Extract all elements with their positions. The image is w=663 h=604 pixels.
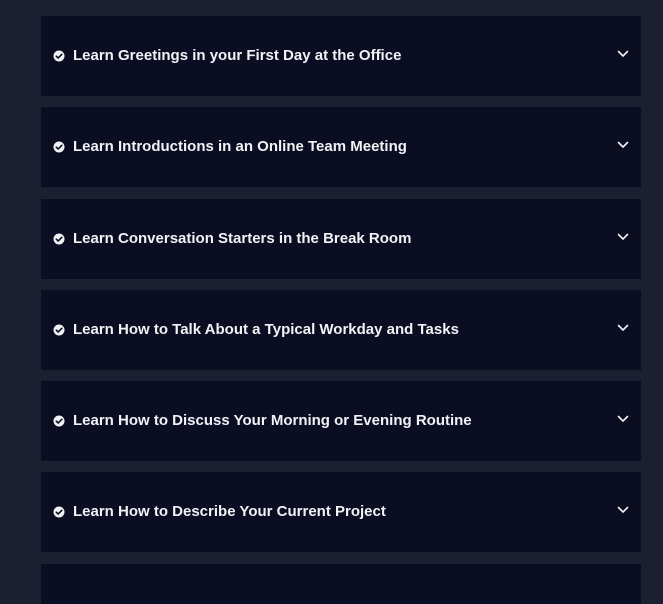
check-circle-icon: [53, 50, 65, 62]
accordion-item-conversation-starters[interactable]: Learn Conversation Starters in the Break…: [41, 198, 641, 279]
chevron-down-icon[interactable]: [617, 141, 629, 149]
accordion-item-label: Learn How to Describe Your Current Proje…: [73, 503, 386, 521]
check-circle-icon: [53, 506, 65, 518]
check-circle-icon: [53, 324, 65, 336]
accordion-item-partial[interactable]: [41, 563, 641, 604]
accordion-item-label: Learn Conversation Starters in the Break…: [73, 229, 412, 247]
accordion-item-label: Learn How to Discuss Your Morning or Eve…: [73, 412, 472, 430]
accordion-item-typical-workday[interactable]: Learn How to Talk About a Typical Workda…: [41, 289, 641, 370]
accordion-item-routine[interactable]: Learn How to Discuss Your Morning or Eve…: [41, 381, 641, 462]
accordion-item-label: Learn Introductions in an Online Team Me…: [73, 138, 407, 156]
lesson-accordion: Learn Greetings in your First Day at the…: [41, 16, 641, 604]
chevron-down-icon[interactable]: [617, 50, 629, 58]
chevron-down-icon[interactable]: [617, 415, 629, 423]
check-circle-icon: [53, 141, 65, 153]
accordion-item-label: Learn How to Talk About a Typical Workda…: [73, 320, 459, 338]
check-circle-icon: [53, 233, 65, 245]
chevron-down-icon[interactable]: [617, 324, 629, 332]
chevron-down-icon[interactable]: [617, 233, 629, 241]
accordion-item-greetings[interactable]: Learn Greetings in your First Day at the…: [41, 16, 641, 96]
accordion-item-current-project[interactable]: Learn How to Describe Your Current Proje…: [41, 472, 641, 553]
chevron-down-icon[interactable]: [617, 506, 629, 514]
accordion-item-label: Learn Greetings in your First Day at the…: [73, 47, 402, 64]
check-circle-icon: [53, 415, 65, 427]
accordion-item-introductions[interactable]: Learn Introductions in an Online Team Me…: [41, 107, 641, 188]
